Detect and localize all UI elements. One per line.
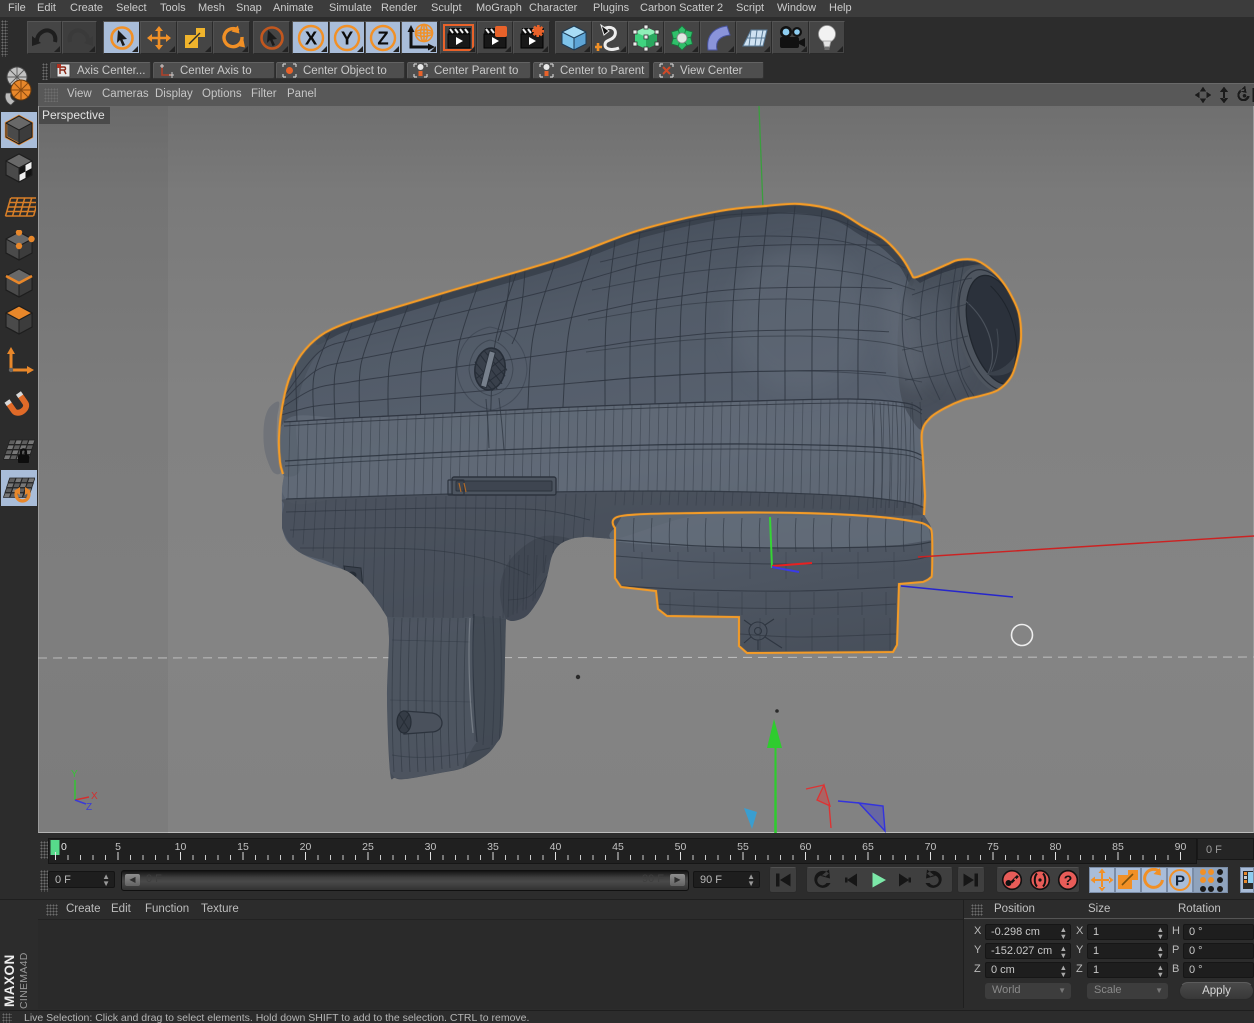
svg-text:35: 35 — [487, 841, 499, 853]
svg-text:75: 75 — [987, 841, 999, 853]
svg-text:15: 15 — [237, 841, 249, 853]
svg-text:?: ? — [1064, 872, 1073, 888]
svg-text:85: 85 — [1112, 841, 1124, 853]
svg-text:90: 90 — [1175, 841, 1187, 853]
svg-text:25: 25 — [362, 841, 374, 853]
svg-text:Z: Z — [377, 27, 388, 48]
svg-text:50: 50 — [675, 841, 687, 853]
svg-text:X: X — [304, 27, 317, 48]
svg-text:0: 0 — [61, 841, 67, 853]
svg-text:65: 65 — [862, 841, 874, 853]
svg-text:30: 30 — [425, 841, 437, 853]
svg-text:CINEMA4D: CINEMA4D — [18, 952, 30, 1009]
svg-text:Y: Y — [341, 27, 354, 48]
svg-text:X: X — [91, 791, 98, 802]
svg-text:70: 70 — [925, 841, 937, 853]
svg-text:P: P — [1175, 873, 1185, 890]
svg-text:60: 60 — [800, 841, 812, 853]
svg-text:Y: Y — [71, 769, 78, 780]
svg-text:40: 40 — [550, 841, 562, 853]
svg-text:45: 45 — [612, 841, 624, 853]
svg-text:80: 80 — [1050, 841, 1062, 853]
svg-text:5: 5 — [115, 841, 121, 853]
svg-text:55: 55 — [737, 841, 749, 853]
svg-text:10: 10 — [175, 841, 187, 853]
svg-text:Z: Z — [86, 802, 92, 813]
svg-text:MAXON: MAXON — [2, 954, 17, 1007]
svg-text:20: 20 — [300, 841, 312, 853]
